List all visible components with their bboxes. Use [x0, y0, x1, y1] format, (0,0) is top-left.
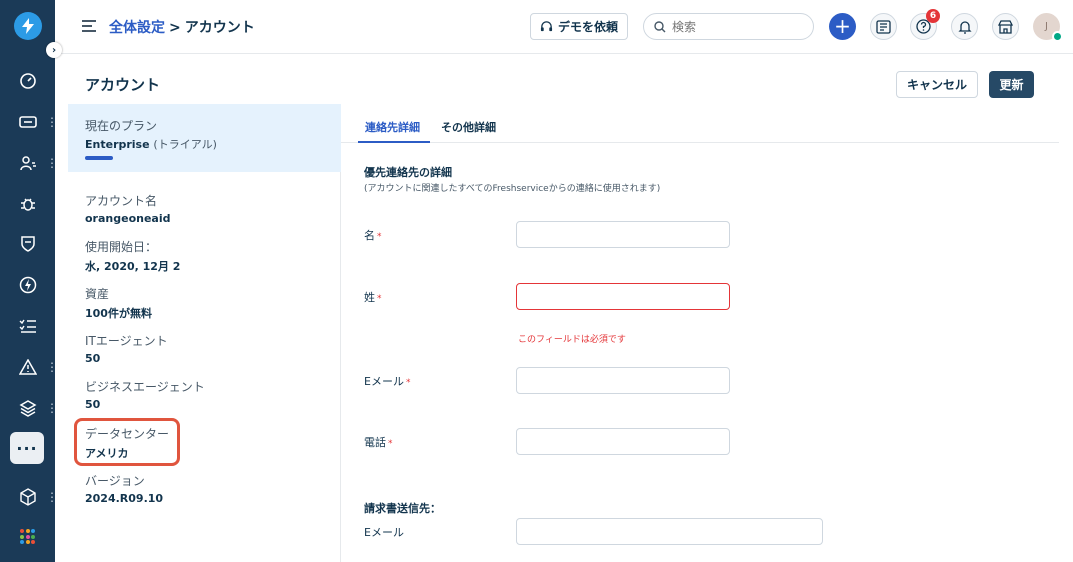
- request-demo-label: デモを依頼: [557, 20, 618, 34]
- field-label: バージョン: [85, 474, 145, 488]
- headset-icon: [540, 21, 553, 32]
- breadcrumb-current: アカウント: [184, 20, 255, 36]
- required-mark: *: [388, 439, 393, 449]
- data-center-highlight: [74, 418, 180, 466]
- label-text: 名: [364, 229, 375, 242]
- label-text: Eメール: [364, 375, 404, 388]
- field-value: 50: [85, 398, 101, 411]
- users-icon[interactable]: [16, 151, 40, 175]
- cube-icon[interactable]: [16, 485, 40, 509]
- online-status-dot: [1052, 31, 1063, 42]
- field-value: orangeoneaid: [85, 212, 171, 225]
- required-mark: *: [377, 232, 382, 242]
- field-label: 資産: [85, 287, 110, 301]
- tab-other-details[interactable]: その他詳細: [441, 119, 496, 135]
- alert-menu-icon[interactable]: ⋮: [46, 361, 58, 373]
- left-nav-rail: › ⋮ ⋮ ⋮ ⋮ ··· ⋮: [0, 0, 62, 562]
- current-plan-card: 現在のプラン Enterprise (トライアル): [68, 104, 341, 172]
- help-badge: 6: [926, 9, 940, 23]
- version-field: バージョン 2024.R09.10: [85, 472, 163, 505]
- top-header: 全体設定>アカウント デモを依頼 + 6 J: [55, 0, 1073, 54]
- billing-email-field[interactable]: [516, 518, 823, 545]
- bell-icon[interactable]: [951, 13, 978, 40]
- add-new-button[interactable]: +: [829, 13, 856, 40]
- update-button[interactable]: 更新: [989, 71, 1034, 98]
- field-value: 水, 2020, 12月 2: [85, 260, 181, 273]
- start-date-field: 使用開始日： 水, 2020, 12月 2: [85, 238, 180, 274]
- avatar-initial: J: [1045, 21, 1048, 32]
- first-name-field[interactable]: [516, 221, 730, 248]
- business-agents-field: ビジネスエージェント 50: [85, 378, 205, 411]
- plan-name-value: Enterprise: [85, 138, 150, 151]
- field-label: ITエージェント: [85, 334, 168, 348]
- expand-nav-button[interactable]: ›: [46, 42, 62, 58]
- bug-icon[interactable]: [16, 192, 40, 216]
- billing-email-label: Eメール: [364, 526, 404, 539]
- phone-field[interactable]: [516, 428, 730, 455]
- field-value: 2024.R09.10: [85, 492, 164, 505]
- tab-contact-details[interactable]: 連絡先詳細: [365, 119, 420, 135]
- field-label: 使用開始日：: [85, 240, 158, 254]
- dashboard-icon[interactable]: [16, 69, 40, 93]
- phone-label: 電話 *: [364, 434, 393, 450]
- breadcrumb: 全体設定 > アカウント: [109, 17, 255, 37]
- cancel-button[interactable]: キャンセル: [896, 71, 978, 98]
- contact-card-icon[interactable]: [870, 13, 897, 40]
- account-info-panel: 現在のプラン Enterprise (トライアル) アカウント名 orangeo…: [68, 104, 341, 562]
- field-value: 50: [85, 352, 101, 365]
- avatar[interactable]: J: [1033, 13, 1063, 42]
- plan-label: 現在のプラン: [85, 119, 158, 133]
- request-demo-button[interactable]: デモを依頼: [530, 13, 628, 40]
- required-mark: *: [377, 294, 382, 304]
- plan-trial-note: (トライアル): [153, 138, 217, 151]
- email-field[interactable]: [516, 367, 730, 394]
- detail-tabs: 連絡先詳細 その他詳細: [341, 104, 1059, 143]
- breadcrumb-parent-link[interactable]: 全体設定: [109, 20, 165, 36]
- bolt-logo-icon[interactable]: [14, 12, 42, 40]
- first-name-label: 名 *: [364, 227, 382, 243]
- email-label: Eメール *: [364, 373, 410, 389]
- search-input[interactable]: [672, 19, 792, 34]
- last-name-error: このフィールドは必須です: [518, 335, 626, 345]
- page-title: アカウント: [85, 76, 161, 94]
- field-label: アカウント名: [85, 194, 158, 208]
- apps-grid-icon[interactable]: [20, 529, 35, 544]
- hamburger-menu-icon[interactable]: [82, 20, 96, 35]
- assets-field: 資産 100件が無料: [85, 285, 152, 321]
- shield-icon[interactable]: [16, 232, 40, 256]
- plan-name: Enterprise (トライアル): [85, 136, 324, 152]
- breadcrumb-separator: >: [169, 20, 181, 36]
- layers-menu-icon[interactable]: ⋮: [46, 402, 58, 414]
- more-icon[interactable]: ···: [10, 432, 44, 464]
- primary-contact-subtitle: (アカウントに関連したすべてのFreshserviceからの連絡に使用されます): [364, 184, 661, 194]
- checklist-icon[interactable]: [16, 314, 40, 338]
- search-icon: [654, 20, 666, 32]
- active-tab-indicator: [358, 141, 430, 143]
- last-name-label: 姓 *: [364, 289, 382, 305]
- ticket-menu-icon[interactable]: ⋮: [46, 116, 58, 128]
- label-text: 姓: [364, 291, 375, 304]
- layers-icon[interactable]: [16, 396, 40, 420]
- users-menu-icon[interactable]: ⋮: [46, 157, 58, 169]
- last-name-field[interactable]: [516, 283, 730, 310]
- it-agents-field: ITエージェント 50: [85, 332, 168, 365]
- required-mark: *: [405, 378, 411, 388]
- store-icon[interactable]: [992, 13, 1019, 40]
- field-label: ビジネスエージェント: [85, 380, 205, 394]
- alert-icon[interactable]: [16, 355, 40, 379]
- plan-progress-bar: [85, 156, 113, 160]
- search-box[interactable]: [643, 13, 814, 40]
- lightning-icon[interactable]: [16, 273, 40, 297]
- ticket-icon[interactable]: [16, 110, 40, 134]
- field-value: 100件が無料: [85, 307, 152, 320]
- primary-contact-title: 優先連絡先の詳細: [364, 166, 452, 179]
- cube-menu-icon[interactable]: ⋮: [46, 491, 58, 503]
- billing-title: 請求書送信先：: [364, 502, 441, 515]
- label-text: 電話: [364, 436, 386, 449]
- account-name-field: アカウント名 orangeoneaid: [85, 192, 171, 225]
